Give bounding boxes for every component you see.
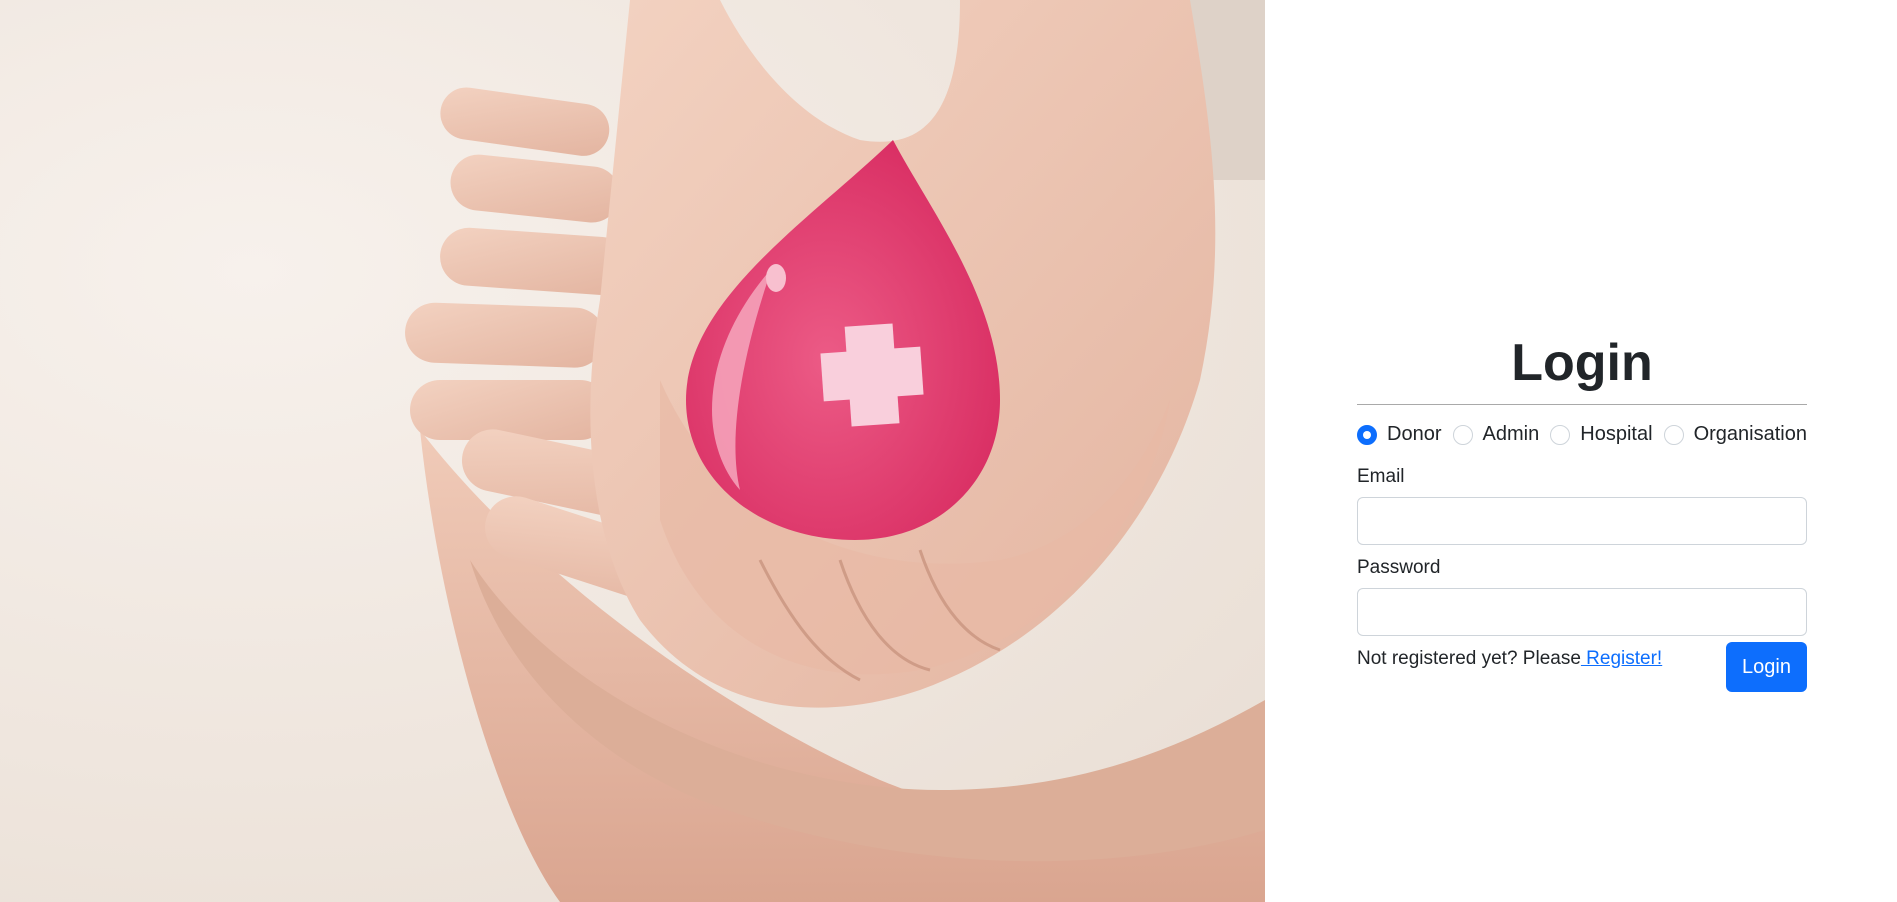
email-field[interactable] [1357, 497, 1807, 546]
role-label-admin: Admin [1482, 423, 1540, 446]
register-prompt: Not registered yet? Please Register! [1357, 642, 1662, 670]
password-field[interactable] [1357, 588, 1807, 637]
register-link[interactable]: Register! [1581, 648, 1662, 669]
radio-organisation[interactable] [1663, 424, 1684, 445]
register-prompt-text: Not registered yet? Please [1357, 648, 1581, 670]
radio-donor[interactable] [1357, 424, 1377, 445]
role-option-hospital[interactable]: Hospital [1550, 423, 1653, 446]
form-footer: Not registered yet? Please Register! Log… [1357, 642, 1807, 693]
role-label-organisation: Organisation [1693, 423, 1807, 446]
role-option-organisation[interactable]: Organisation [1663, 423, 1807, 446]
role-option-admin[interactable]: Admin [1452, 423, 1540, 446]
radio-hospital[interactable] [1550, 424, 1571, 445]
title-divider [1357, 404, 1807, 406]
login-form: Login Donor Admin Hospital Organisation … [1357, 332, 1807, 693]
hands-blood-drop-illustration [405, 0, 1265, 902]
role-label-hospital: Hospital [1580, 423, 1653, 446]
page-title: Login [1511, 334, 1653, 392]
login-button[interactable]: Login [1726, 642, 1807, 693]
password-label: Password [1357, 557, 1441, 579]
hero-image [0, 0, 1265, 902]
email-label: Email [1357, 466, 1405, 488]
login-page: Login Donor Admin Hospital Organisation … [0, 0, 1897, 902]
role-option-donor[interactable]: Donor [1357, 423, 1441, 446]
radio-admin[interactable] [1452, 424, 1473, 445]
role-radio-group: Donor Admin Hospital Organisation [1357, 423, 1807, 446]
login-panel: Login Donor Admin Hospital Organisation … [1265, 0, 1897, 902]
role-label-donor: Donor [1387, 423, 1442, 446]
